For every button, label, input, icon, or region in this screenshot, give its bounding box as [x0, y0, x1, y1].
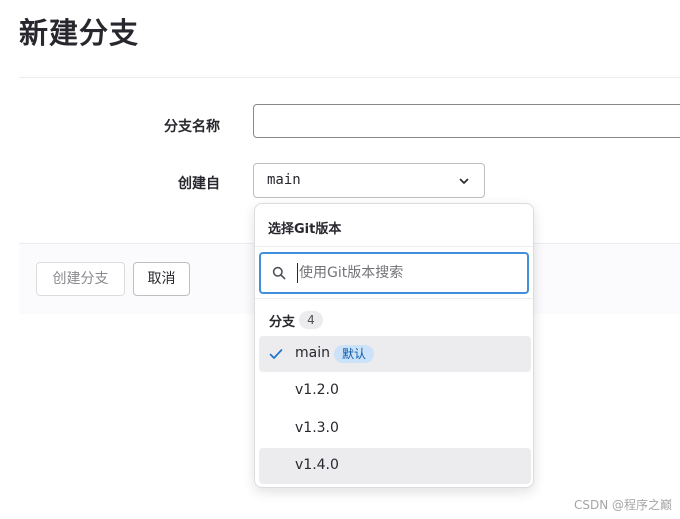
check-icon: [269, 349, 283, 359]
dropdown-item-label: v1.2.0: [295, 382, 339, 398]
create-branch-button[interactable]: 创建分支: [36, 262, 125, 296]
ref-dropdown: 选择Git版本 分支 4 main 默认 v1.2.0 v1.3.0 v1.4.…: [254, 203, 534, 488]
text-caret: [297, 263, 298, 283]
watermark: CSDN @程序之巅: [573, 498, 672, 512]
branch-group-label: 分支: [269, 315, 296, 330]
ref-search-input[interactable]: [299, 260, 519, 286]
ref-search-box[interactable]: [259, 252, 529, 294]
dropdown-item-label: v1.4.0: [295, 457, 339, 473]
search-icon: [272, 266, 286, 280]
dropdown-divider: [255, 246, 533, 247]
create-from-value: main: [267, 172, 301, 188]
default-badge: 默认: [334, 345, 375, 363]
branch-name-input[interactable]: [253, 104, 680, 138]
search-divider: [255, 298, 533, 299]
dropdown-item-main[interactable]: main 默认: [259, 336, 531, 372]
page-title: 新建分支: [19, 16, 140, 50]
dropdown-item-label: main: [295, 345, 330, 361]
create-from-select[interactable]: main: [253, 163, 485, 198]
dropdown-title: 选择Git版本: [268, 222, 342, 237]
dropdown-item-v1-4-0[interactable]: v1.4.0: [259, 448, 531, 484]
dropdown-item-v1-3-0[interactable]: v1.3.0: [259, 411, 531, 447]
branch-name-label: 分支名称: [164, 119, 220, 135]
dropdown-item-label: v1.3.0: [295, 420, 339, 436]
create-from-label: 创建自: [178, 176, 220, 192]
cancel-button[interactable]: 取消: [133, 262, 190, 296]
branch-count-badge: 4: [299, 311, 323, 329]
chevron-down-icon: [459, 178, 469, 184]
dropdown-item-v1-2-0[interactable]: v1.2.0: [259, 373, 531, 409]
header-divider: [19, 77, 680, 78]
